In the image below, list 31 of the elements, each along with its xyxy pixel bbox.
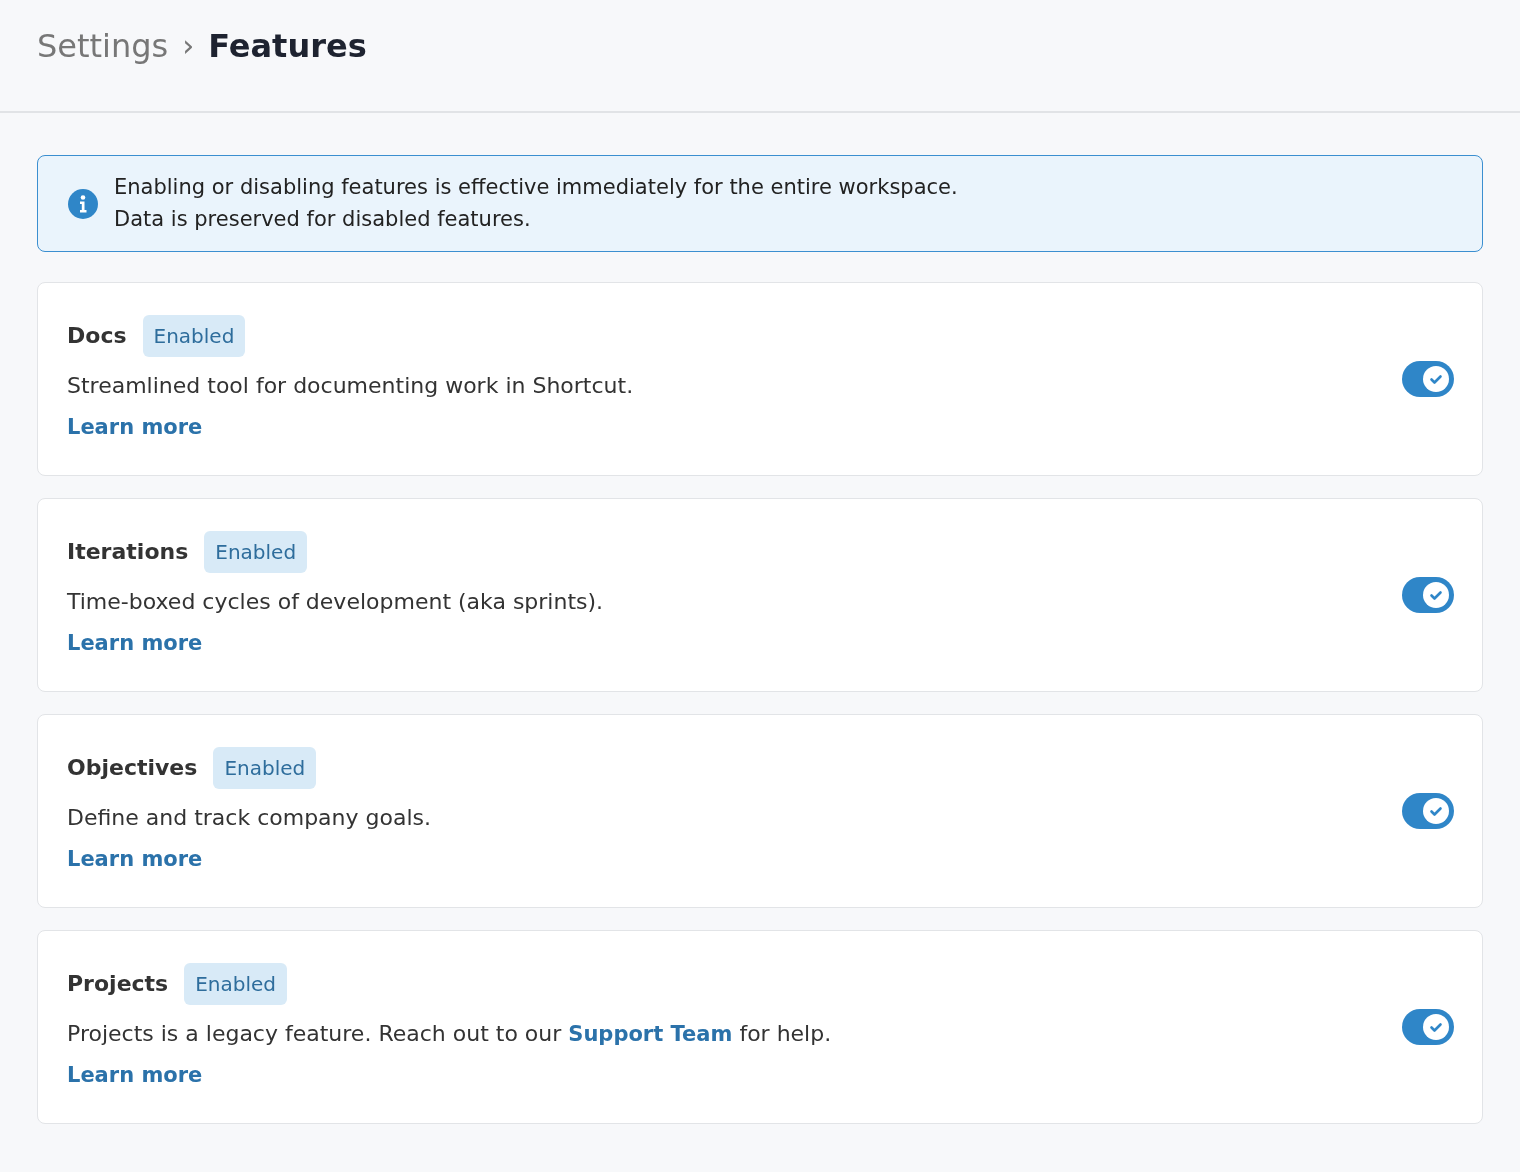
- toggle-switch[interactable]: [1402, 1009, 1454, 1045]
- breadcrumb-link[interactable]: Settings: [37, 21, 169, 70]
- learn-more-link[interactable]: Learn more: [67, 846, 203, 871]
- page-title: Features: [208, 25, 367, 67]
- feature-title: Objectives: [67, 754, 198, 783]
- status-badge: Enabled: [142, 314, 246, 357]
- feature-title: Iterations: [67, 538, 189, 567]
- toggle-switch[interactable]: [1402, 577, 1454, 613]
- feature-description: Define and track company goals.: [67, 803, 433, 832]
- toggle-switch[interactable]: [1402, 361, 1454, 397]
- status-badge: Enabled: [184, 962, 288, 1005]
- feature-description: Streamlined tool for documenting work in Shortcut.: [67, 371, 635, 400]
- notice-text: Enabling or disabling features is effective immediately for the entire workspace.: [114, 174, 958, 201]
- feature-title: Docs: [67, 322, 127, 351]
- feature-title: Projects: [67, 970, 169, 998]
- check-icon: [1421, 796, 1451, 826]
- check-icon: [1421, 364, 1451, 394]
- status-badge: Enabled: [213, 746, 317, 789]
- check-icon: [1421, 1012, 1451, 1042]
- learn-more-link[interactable]: Learn more: [67, 414, 203, 439]
- breadcrumb-separator: ›: [182, 27, 195, 65]
- feature-description: Projects is a legacy feature. Reach out to our Support Team for help.: [67, 1019, 833, 1048]
- learn-more-link[interactable]: Learn more: [67, 630, 203, 655]
- check-icon: [1421, 580, 1451, 610]
- feature-description: Time-boxed cycles of development (aka sprints).: [67, 587, 605, 616]
- support-link[interactable]: Support Team: [568, 1021, 733, 1046]
- info-icon: [68, 188, 98, 219]
- toggle-switch[interactable]: [1402, 793, 1454, 829]
- status-badge: Enabled: [204, 530, 308, 573]
- notice-text: Data is preserved for disabled features.: [114, 205, 532, 233]
- learn-more-link[interactable]: Learn more: [67, 1063, 203, 1087]
